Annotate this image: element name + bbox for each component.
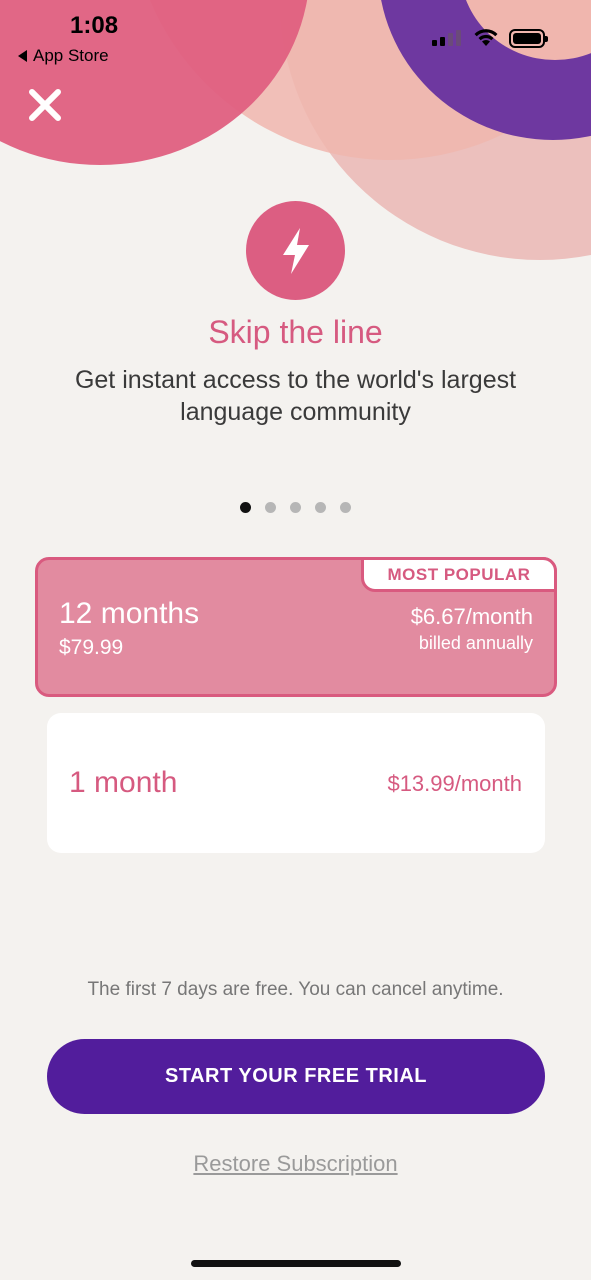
battery-icon (509, 29, 548, 48)
most-popular-badge: MOST POPULAR (361, 557, 557, 592)
close-icon[interactable] (26, 86, 64, 124)
back-arrow-icon (18, 50, 27, 62)
hero-badge (246, 201, 345, 300)
pagination-dot-active[interactable] (240, 502, 251, 513)
pagination-dot[interactable] (265, 502, 276, 513)
pagination-dot[interactable] (340, 502, 351, 513)
back-label: App Store (33, 46, 109, 65)
start-free-trial-button[interactable]: START YOUR FREE TRIAL (47, 1039, 545, 1114)
home-indicator[interactable] (191, 1260, 401, 1267)
hero-subtitle: Get instant access to the world's larges… (74, 366, 517, 426)
plan-monthly-price: $13.99/month (387, 771, 522, 796)
carousel-pagination[interactable] (240, 502, 351, 513)
plan-billing-note: billed annually (418, 633, 533, 653)
plan-option-1-month[interactable]: 1 month $13.99/month (47, 713, 545, 853)
cellular-signal-icon (432, 30, 461, 46)
status-time: 1:08 (70, 12, 119, 39)
plan-monthly-price: $6.67/month (410, 604, 533, 629)
lightning-bolt-icon (282, 227, 309, 274)
plan-total-price: $79.99 (59, 636, 124, 659)
plan-duration: 1 month (69, 766, 178, 799)
pagination-dot[interactable] (290, 502, 301, 513)
wifi-icon (474, 29, 498, 46)
hero-title: Skip the line (208, 314, 383, 350)
restore-subscription-link[interactable]: Restore Subscription (0, 1151, 591, 1177)
plan-option-12-months[interactable]: MOST POPULAR 12 months $79.99 $6.67/mont… (35, 557, 557, 697)
trial-disclaimer: The first 7 days are free. You can cance… (87, 979, 504, 1000)
back-to-app-store[interactable]: App Store (18, 46, 109, 66)
plan-duration: 12 months (59, 597, 200, 630)
battery-level (513, 33, 541, 44)
pagination-dot[interactable] (315, 502, 326, 513)
decorative-circle (0, 0, 310, 165)
